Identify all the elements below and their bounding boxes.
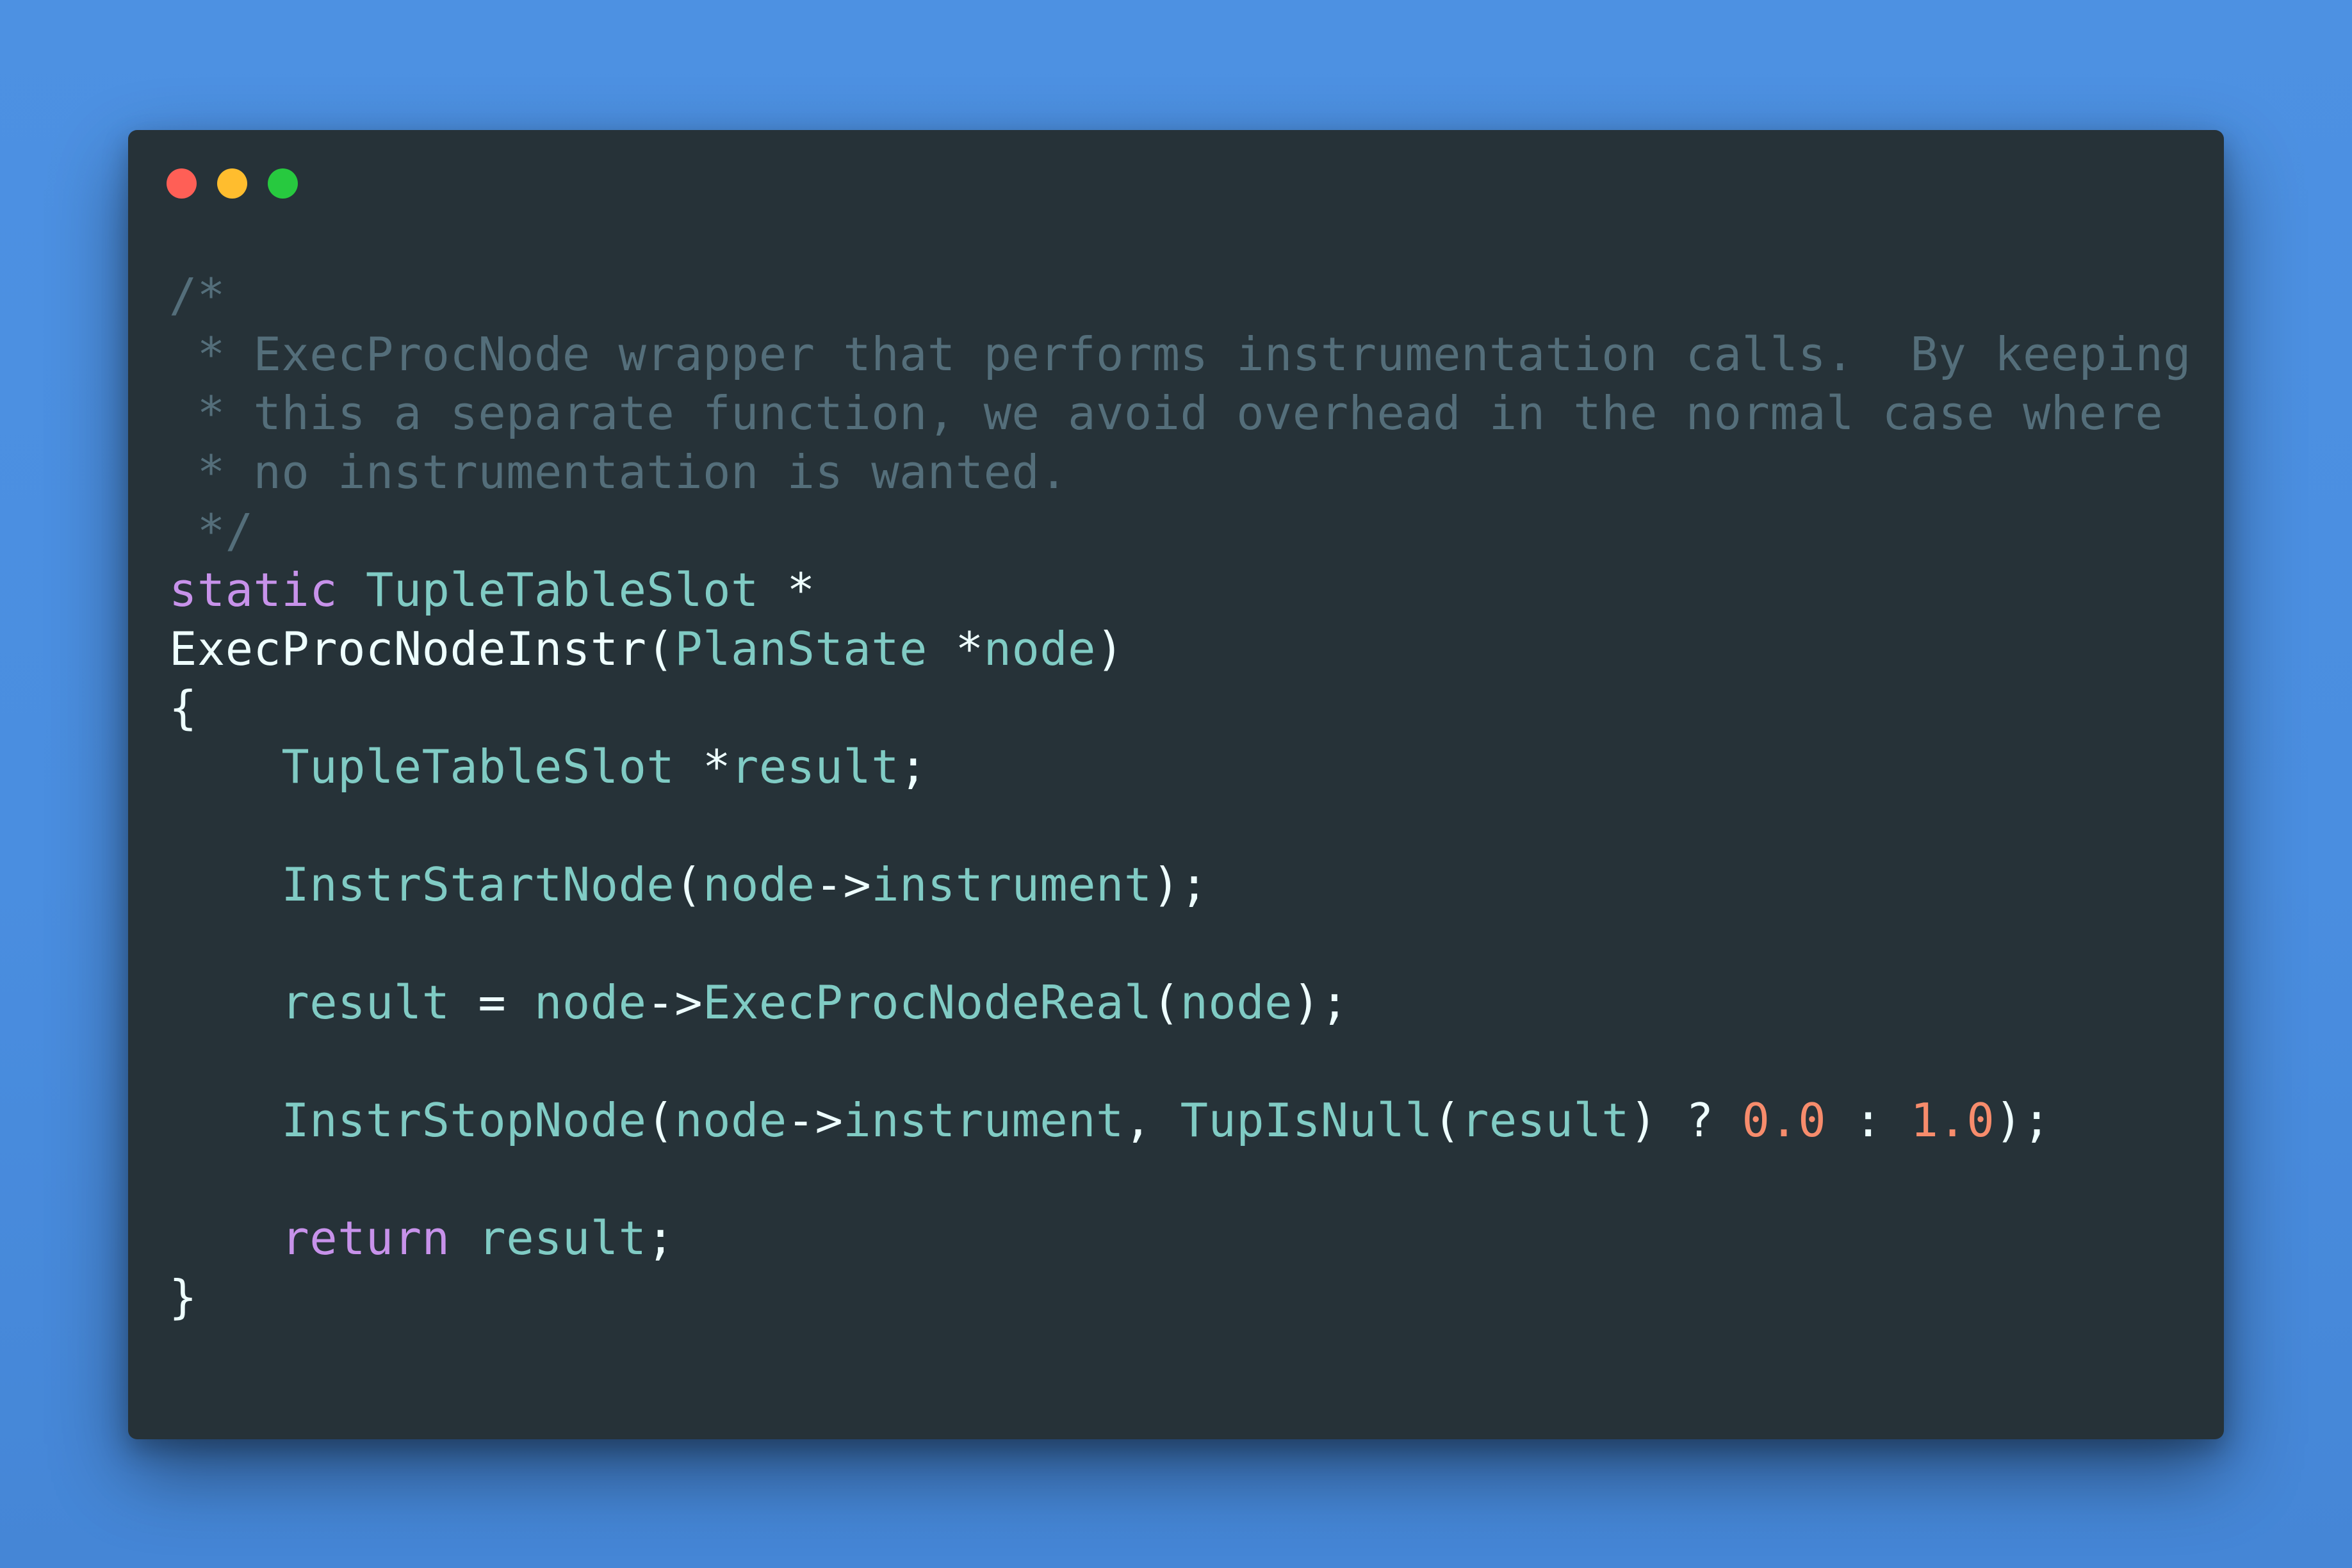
code-token: result xyxy=(1461,1093,1630,1147)
code-token: node xyxy=(534,976,647,1029)
code-token: ExecProcNodeReal xyxy=(703,976,1152,1029)
code-token: instrument xyxy=(843,1093,1124,1147)
code-token: ); xyxy=(1152,858,1209,911)
code-token: result xyxy=(281,976,450,1029)
code-token: 1.0 xyxy=(1910,1093,1995,1147)
code-line: result = node->ExecProcNodeReal(node); xyxy=(169,973,2191,1032)
code-token: * xyxy=(758,563,815,617)
code-token: InstrStopNode xyxy=(281,1093,647,1147)
code-token: -> xyxy=(787,1093,844,1147)
code-token: * no instrumentation is wanted. xyxy=(169,445,1068,499)
code-token: ); xyxy=(1292,976,1349,1029)
code-token: ; xyxy=(899,740,927,794)
code-line: * this a separate function, we avoid ove… xyxy=(169,384,2191,443)
code-window: /* * ExecProcNode wrapper that performs … xyxy=(128,130,2224,1439)
code-block: /* * ExecProcNode wrapper that performs … xyxy=(169,266,2191,1327)
code-token: ); xyxy=(1995,1093,2051,1147)
code-line: { xyxy=(169,678,2191,737)
code-token: node xyxy=(703,858,815,911)
code-line: /* xyxy=(169,266,2191,325)
code-token: ( xyxy=(674,858,703,911)
code-token: * ExecProcNode wrapper that performs ins… xyxy=(169,327,2192,381)
code-token: node xyxy=(674,1093,787,1147)
maximize-button[interactable] xyxy=(268,168,298,199)
code-token: ) xyxy=(1096,622,1124,676)
code-token: ( xyxy=(1152,976,1180,1029)
code-line: */ xyxy=(169,502,2191,560)
code-token: * xyxy=(674,740,731,794)
code-line: } xyxy=(169,1268,2191,1327)
code-token: TupleTableSlot xyxy=(365,563,759,617)
code-line: InstrStartNode(node->instrument); xyxy=(169,855,2191,914)
code-token: node xyxy=(1180,976,1293,1029)
code-token: 0.0 xyxy=(1742,1093,1827,1147)
code-token: , xyxy=(1123,1093,1180,1147)
code-token: TupIsNull xyxy=(1180,1093,1433,1147)
code-token: PlanState xyxy=(674,622,927,676)
code-token: result xyxy=(730,740,900,794)
code-line: * no instrumentation is wanted. xyxy=(169,443,2191,502)
code-token: : xyxy=(1826,1093,1911,1147)
code-token: -> xyxy=(646,976,703,1029)
code-token: ) ? xyxy=(1629,1093,1742,1147)
window-controls xyxy=(167,168,298,199)
code-token: } xyxy=(169,1270,197,1324)
code-token: ( xyxy=(646,1093,675,1147)
code-token: * xyxy=(927,622,984,676)
code-token: */ xyxy=(169,504,254,558)
code-token: node xyxy=(983,622,1096,676)
code-token: TupleTableSlot xyxy=(281,740,675,794)
code-line: TupleTableSlot *result; xyxy=(169,737,2191,796)
code-token: -> xyxy=(815,858,872,911)
code-line: * ExecProcNode wrapper that performs ins… xyxy=(169,325,2191,384)
code-token: /* xyxy=(169,268,225,322)
code-token: ExecProcNodeInstr( xyxy=(169,622,675,676)
code-token: instrument xyxy=(871,858,1152,911)
code-token: = xyxy=(450,976,535,1029)
code-line: InstrStopNode(node->instrument, TupIsNul… xyxy=(169,1091,2191,1150)
code-line: ExecProcNodeInstr(PlanState *node) xyxy=(169,619,2191,678)
code-token: static xyxy=(169,563,338,617)
code-token: ; xyxy=(646,1211,675,1265)
code-line: static TupleTableSlot * xyxy=(169,560,2191,619)
code-token: result xyxy=(478,1211,647,1265)
code-token: InstrStartNode xyxy=(281,858,675,911)
close-button[interactable] xyxy=(167,168,197,199)
code-token: * this a separate function, we avoid ove… xyxy=(169,386,2164,440)
code-line: return result; xyxy=(169,1209,2191,1268)
code-token: { xyxy=(169,681,197,735)
code-token: ( xyxy=(1433,1093,1462,1147)
code-token: return xyxy=(281,1211,450,1265)
minimize-button[interactable] xyxy=(217,168,247,199)
